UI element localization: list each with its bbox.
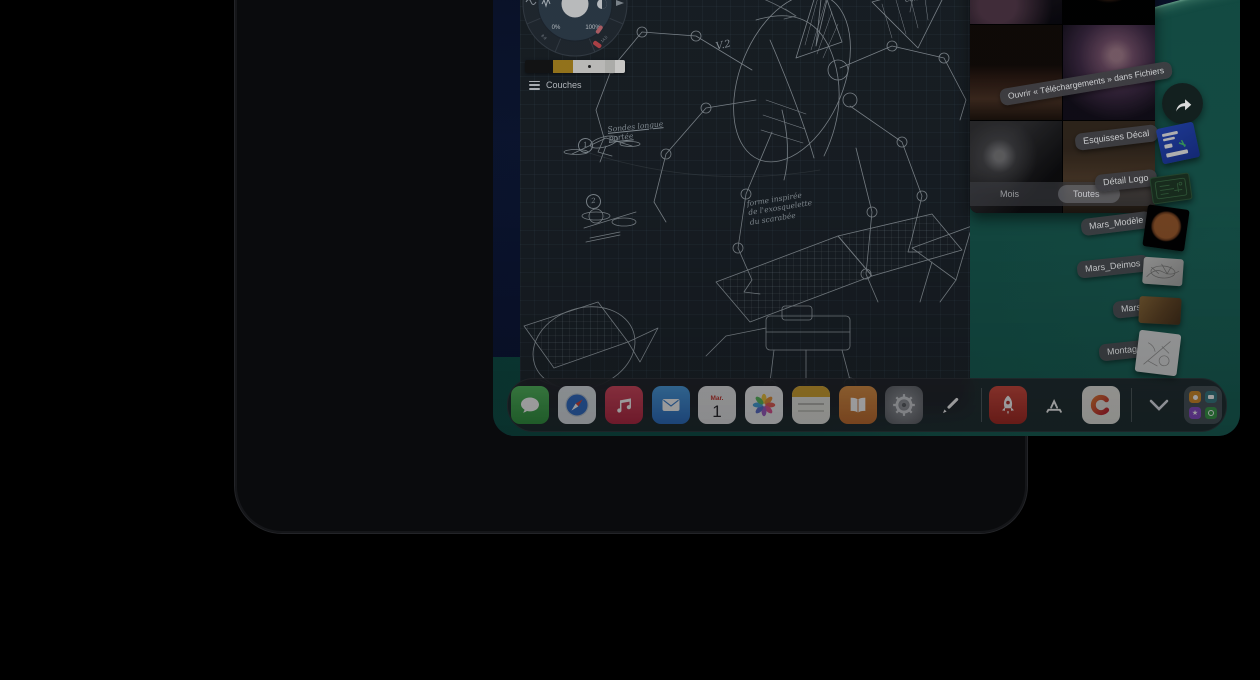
layers-button[interactable]: Couches — [529, 80, 582, 90]
photos-app-icon[interactable] — [745, 386, 783, 424]
sketch-pen-app-icon[interactable] — [932, 386, 970, 424]
books-app-icon[interactable] — [839, 386, 877, 424]
ipad-device-frame: Concepts_blue... 59% 90° PRO — [234, 0, 1028, 534]
app-library-icon[interactable]: ★ — [1184, 386, 1222, 424]
rocket-app-icon[interactable] — [989, 386, 1027, 424]
notes-app-icon[interactable] — [792, 386, 830, 424]
safari-app-icon[interactable] — [558, 386, 596, 424]
drag-item-thumbnail-blue-decal[interactable] — [1156, 121, 1201, 164]
horsehead-nebula-photo[interactable] — [970, 0, 1062, 24]
share-arrow-icon[interactable] — [1162, 83, 1203, 124]
color-palette[interactable] — [525, 60, 625, 73]
segment-toutes[interactable]: Toutes — [1073, 189, 1100, 199]
segment-mois[interactable]: Mois — [1000, 189, 1019, 199]
chevron-down-icon[interactable] — [1147, 395, 1171, 415]
palette-swatch[interactable] — [573, 60, 605, 73]
mars-planet-photo[interactable] — [1063, 0, 1155, 24]
dock: Mar.1 ★ — [507, 378, 1227, 432]
drag-item-thumbnail-mars-landscape[interactable] — [1138, 296, 1181, 325]
mail-app-icon[interactable] — [652, 386, 690, 424]
app-library-mini-clock — [1205, 407, 1217, 419]
settings-app-icon[interactable] — [885, 386, 923, 424]
calendar-app-icon[interactable]: Mar.1 — [698, 386, 736, 424]
drag-item-thumbnail-green-circuit[interactable] — [1149, 172, 1192, 204]
app-store-app-icon[interactable] — [1035, 386, 1073, 424]
messages-app-icon[interactable] — [511, 386, 549, 424]
dock-divider — [981, 388, 982, 422]
music-app-icon[interactable] — [605, 386, 643, 424]
app-library-mini-tips — [1189, 391, 1201, 403]
palette-swatch[interactable] — [553, 60, 573, 73]
app-library-mini-star: ★ — [1189, 407, 1201, 419]
drag-item-thumbnail-pencil-sketch[interactable] — [1142, 257, 1184, 287]
drag-item-thumbnail-white-sketch[interactable] — [1135, 330, 1182, 377]
mars-surface-photo[interactable] — [970, 25, 1062, 120]
tool-wheel[interactable]: 1,6 1.3 5.5 8.9 14,5 1,6 pts 0% 100% — [520, 0, 636, 65]
app-library-mini-camera — [1205, 391, 1217, 403]
dock-divider — [1131, 388, 1132, 422]
drag-item-thumbnail-mars-planet[interactable] — [1142, 204, 1189, 251]
calendar-day: 1 — [712, 403, 721, 420]
palette-swatch[interactable] — [615, 60, 625, 73]
palette-swatch[interactable] — [525, 60, 553, 73]
palette-swatch[interactable] — [605, 60, 615, 73]
calendar-weekday: Mar. — [710, 395, 723, 402]
concepts-app-window: Concepts_blue... 59% 90° PRO — [520, 0, 970, 413]
layers-label: Couches — [546, 80, 582, 90]
opacity-min-label: 0% — [552, 25, 561, 31]
ipad-screen: Concepts_blue... 59% 90° PRO — [493, 0, 1240, 436]
layers-burger-icon — [529, 81, 540, 90]
concepts-app-icon[interactable] — [1082, 386, 1120, 424]
